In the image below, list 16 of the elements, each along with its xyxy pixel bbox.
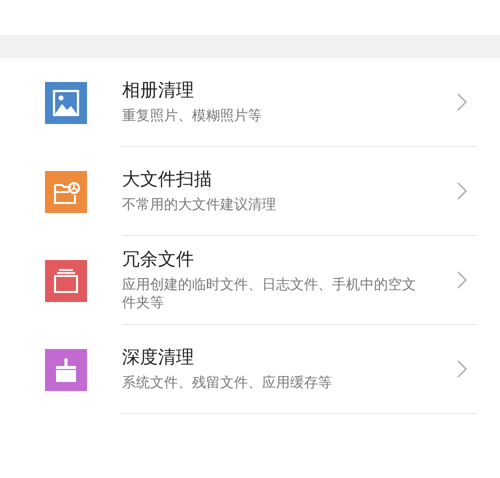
chevron-right-icon <box>457 93 467 111</box>
item-description: 不常用的大文件建议清理 <box>122 196 277 214</box>
chevron-right-icon <box>457 360 467 378</box>
chevron-right-icon <box>457 182 467 200</box>
item-title: 冗余文件 <box>122 248 195 272</box>
chevron-right-icon <box>457 271 467 289</box>
list-item[interactable]: 冗余文件 应用创建的临时文件、日志文件、手机中的空文件夹等 <box>0 236 500 325</box>
item-title: 相册清理 <box>122 79 195 103</box>
item-title: 大文件扫描 <box>122 168 213 192</box>
item-description: 应用创建的临时文件、日志文件、手机中的空文件夹等 <box>122 276 417 312</box>
item-title: 深度清理 <box>122 346 195 370</box>
list-item[interactable]: 相册清理 重复照片、模糊照片等 <box>0 58 500 147</box>
list-item[interactable]: 深度清理 系统文件、残留文件、应用缓存等 <box>0 325 500 414</box>
list-item[interactable]: 大文件扫描 不常用的大文件建议清理 <box>0 147 500 236</box>
item-description: 系统文件、残留文件、应用缓存等 <box>122 374 333 392</box>
item-description: 重复照片、模糊照片等 <box>122 107 263 125</box>
